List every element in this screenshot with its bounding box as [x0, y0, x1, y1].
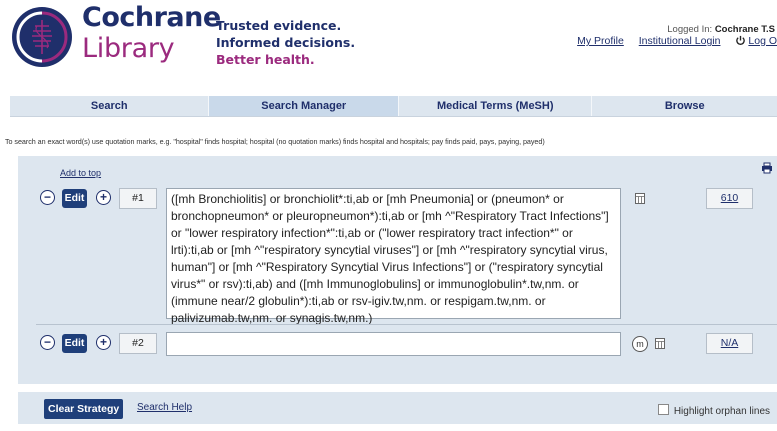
result-count-link[interactable]: N/A	[721, 337, 739, 349]
account-links: My Profile Institutional Login Log O	[565, 35, 777, 47]
result-count-link[interactable]: 610	[721, 192, 739, 204]
cochrane-logo-icon	[12, 7, 72, 67]
line-number: #1	[119, 188, 157, 209]
logged-in-label: Logged In:	[667, 24, 713, 35]
brand-line-1: Cochrane	[82, 2, 221, 33]
mesh-lookup-icon[interactable]: m	[632, 336, 648, 352]
search-line-input[interactable]	[166, 332, 621, 356]
power-icon	[736, 35, 746, 45]
strategy-actions-bar: Clear Strategy Search Help Highlight orp…	[18, 392, 777, 424]
tagline-line-1: Trusted evidence.	[216, 18, 342, 33]
tagline: Trusted evidence. Informed decisions. Be…	[216, 17, 355, 68]
print-icon[interactable]	[761, 162, 773, 174]
my-profile-link[interactable]: My Profile	[577, 35, 624, 47]
search-manager-panel: Add to top − Edit + #1 ([mh Bronchioliti…	[18, 156, 777, 384]
remove-line-button[interactable]: −	[40, 335, 55, 350]
add-to-top-link[interactable]: Add to top	[60, 168, 101, 178]
edit-line-button[interactable]: Edit	[62, 189, 87, 208]
result-count: N/A	[706, 333, 753, 354]
tab-search[interactable]: Search	[10, 96, 210, 116]
highlight-orphan-checkbox[interactable]	[657, 404, 669, 415]
main-tabs: Search Search Manager Medical Terms (MeS…	[10, 96, 777, 117]
table-icon[interactable]	[635, 193, 645, 204]
tagline-line-2: Informed decisions.	[216, 35, 356, 50]
table-icon[interactable]	[655, 338, 665, 349]
clear-strategy-button[interactable]: Clear Strategy	[44, 399, 124, 419]
search-hint: To search an exact word(s) use quotation…	[5, 137, 545, 146]
tab-browse[interactable]: Browse	[592, 96, 777, 116]
edit-line-button[interactable]: Edit	[62, 334, 87, 353]
add-line-button[interactable]: +	[96, 335, 111, 350]
tab-medical-terms-mesh[interactable]: Medical Terms (MeSH)	[399, 96, 593, 116]
log-out-link[interactable]: Log O	[735, 35, 777, 47]
add-line-button[interactable]: +	[96, 190, 111, 205]
tagline-line-3: Better health.	[216, 52, 315, 67]
logged-in-name: Cochrane T.S	[714, 24, 775, 35]
search-line-input[interactable]: ([mh Bronchiolitis] or bronchiolit*:ti,a…	[166, 188, 621, 325]
search-help-link[interactable]: Search Help	[137, 402, 192, 413]
institutional-login-link[interactable]: Institutional Login	[639, 35, 721, 47]
highlight-orphan-label: Highlight orphan lines	[673, 406, 770, 417]
remove-line-button[interactable]: −	[40, 190, 55, 205]
log-out-label: Log O	[748, 35, 777, 47]
login-status: Logged In: Cochrane T.S	[667, 24, 775, 35]
tab-search-manager[interactable]: Search Manager	[209, 96, 399, 116]
row-divider	[36, 324, 777, 325]
line-number: #2	[119, 333, 157, 354]
highlight-orphan-lines: Highlight orphan lines	[657, 404, 770, 417]
brand-line-2: Library	[82, 33, 175, 64]
brand-name: Cochrane Library	[82, 4, 221, 62]
result-count: 610	[706, 188, 753, 209]
